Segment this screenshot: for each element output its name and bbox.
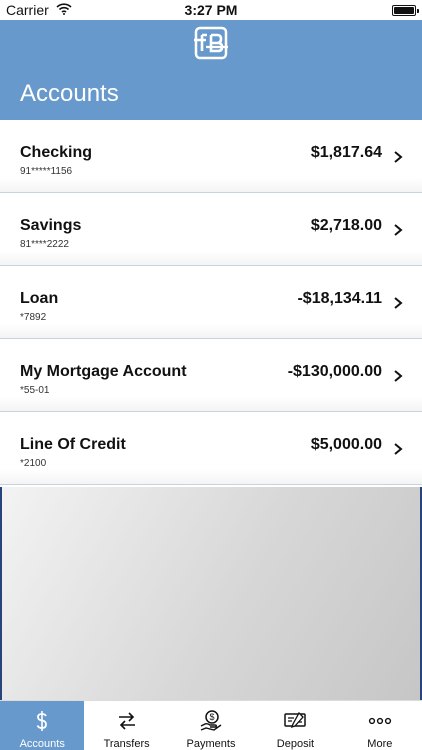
account-list: Checking 91*****1156 $1,817.64 Savings 8… [0, 120, 422, 485]
status-bar: Carrier 3:27 PM [0, 0, 422, 20]
page-title: Accounts [20, 80, 119, 107]
account-number: *2100 [20, 458, 47, 469]
status-time: 3:27 PM [184, 2, 238, 18]
empty-content-area [0, 487, 422, 700]
chevron-right-icon [394, 297, 403, 309]
account-row-line-of-credit[interactable]: Line Of Credit *2100 $5,000.00 [0, 412, 422, 485]
tab-label: Payments [186, 738, 236, 750]
account-row-loan[interactable]: Loan *7892 -$18,134.11 [0, 266, 422, 339]
tab-label: Transfers [103, 738, 150, 750]
account-name: Loan [20, 290, 59, 307]
account-balance: $5,000.00 [310, 436, 382, 453]
more-dots-icon [368, 717, 391, 725]
account-row-mortgage[interactable]: My Mortgage Account *55-01 -$130,000.00 [0, 339, 422, 412]
chevron-right-icon [394, 370, 403, 382]
account-balance: $1,817.64 [310, 144, 382, 161]
dollar-icon [36, 711, 48, 731]
account-number: 91*****1156 [20, 166, 73, 177]
tab-label: Accounts [19, 738, 65, 750]
tab-label: Deposit [276, 738, 315, 750]
tab-bar: Accounts Transfers $ Payments Deposit Mo… [0, 700, 422, 750]
tab-more[interactable]: More [338, 701, 422, 750]
account-name: Line Of Credit [20, 436, 126, 453]
fb-logo-icon [194, 26, 228, 60]
app-header: Accounts [0, 20, 422, 120]
chevron-right-icon [394, 151, 403, 163]
account-balance: -$18,134.11 [297, 290, 382, 307]
tab-deposit[interactable]: Deposit [253, 701, 337, 750]
account-row-savings[interactable]: Savings 81****2222 $2,718.00 [0, 193, 422, 266]
tab-transfers[interactable]: Transfers [84, 701, 168, 750]
payment-hand-icon: $ [200, 710, 222, 731]
check-deposit-icon [284, 711, 307, 729]
tab-payments[interactable]: $ Payments [169, 701, 253, 750]
account-balance: -$130,000.00 [287, 363, 382, 380]
transfer-arrows-icon [118, 712, 135, 730]
svg-text:$: $ [210, 712, 215, 722]
chevron-right-icon [394, 224, 403, 236]
account-name: Savings [20, 217, 82, 234]
account-name: Checking [20, 144, 93, 161]
tab-accounts[interactable]: Accounts [0, 701, 85, 750]
account-name: My Mortgage Account [20, 363, 187, 380]
account-number: *7892 [20, 312, 47, 323]
chevron-right-icon [394, 443, 403, 455]
account-number: 81****2222 [20, 239, 69, 250]
account-balance: $2,718.00 [310, 217, 382, 234]
account-row-checking[interactable]: Checking 91*****1156 $1,817.64 [0, 120, 422, 193]
tab-label: More [367, 738, 393, 750]
account-number: *55-01 [20, 385, 50, 396]
battery-icon [392, 5, 419, 16]
